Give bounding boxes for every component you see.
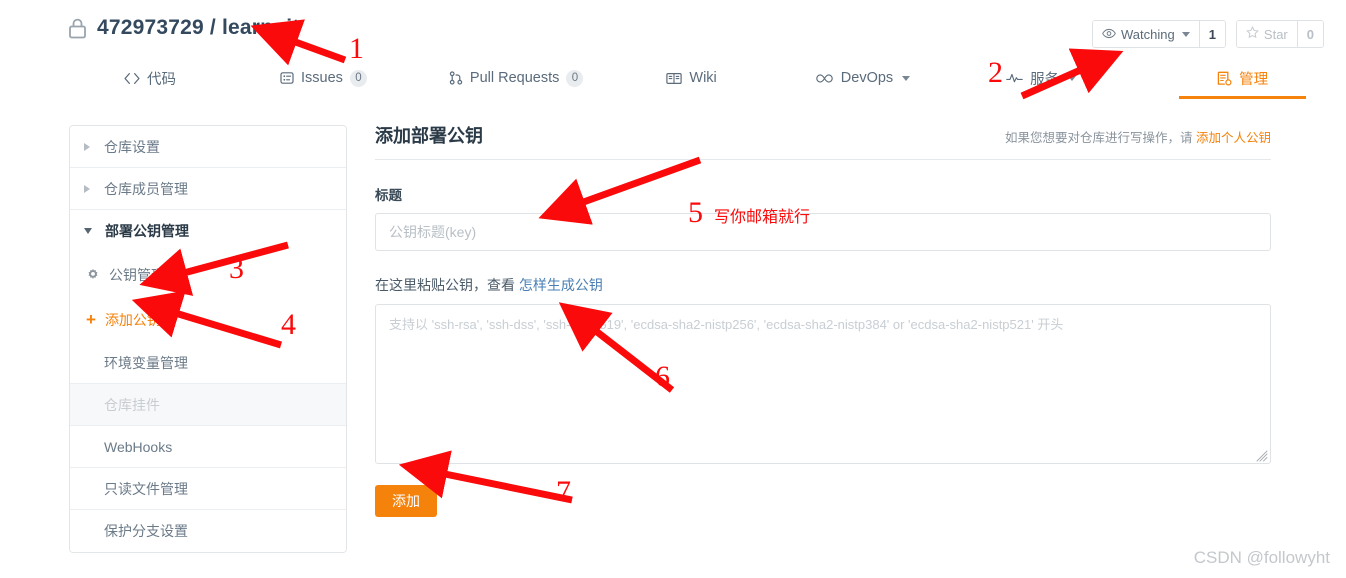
- watch-label: Watching: [1120, 26, 1175, 42]
- sidebar-item-label: 仓库成员管理: [104, 180, 188, 197]
- chevron-down-icon: [1068, 75, 1077, 81]
- tab-wiki-label: Wiki: [689, 70, 717, 86]
- triangle-down-icon: [84, 228, 92, 234]
- book-icon: [666, 72, 683, 85]
- plus-icon: +: [86, 310, 96, 329]
- star-label: Star: [1263, 26, 1288, 42]
- sidebar-item-label: 添加公钥: [104, 311, 161, 328]
- watch-count: 1: [1198, 21, 1225, 47]
- gear-icon: [86, 268, 100, 282]
- repo-header: 472973729 / learngit Watching 1 Star 0 代…: [0, 0, 1346, 99]
- chevron-down-icon: [1181, 31, 1190, 37]
- sidebar-item-add-key[interactable]: + 添加公钥: [70, 297, 346, 342]
- infinity-icon: [815, 73, 834, 84]
- sidebar-item-label: 环境变量管理: [104, 354, 188, 371]
- how-to-generate-key-link[interactable]: 怎样生成公钥: [519, 277, 603, 293]
- pull-request-icon: [449, 71, 463, 85]
- sidebar-item-env-variables[interactable]: 环境变量管理: [70, 342, 346, 384]
- code-icon: [124, 72, 140, 85]
- star-button[interactable]: Star: [1236, 21, 1297, 47]
- public-key-textarea[interactable]: [375, 304, 1271, 464]
- sidebar-item-label: 公钥管理: [109, 266, 165, 283]
- tab-devops-label: DevOps: [840, 70, 894, 86]
- star-icon: [1246, 25, 1259, 42]
- sidebar-item-repo-widgets: 仓库挂件: [70, 384, 346, 426]
- tab-wiki[interactable]: Wiki: [666, 58, 717, 98]
- add-key-submit-button[interactable]: 添加: [375, 485, 437, 517]
- watch-button[interactable]: Watching: [1092, 21, 1199, 47]
- tab-services[interactable]: 服务: [1006, 58, 1077, 98]
- sidebar-item-label: 部署公钥管理: [105, 223, 189, 239]
- sidebar-item-repo-settings[interactable]: 仓库设置: [70, 126, 346, 168]
- watermark: CSDN @followyht: [1193, 548, 1330, 567]
- tab-devops[interactable]: DevOps: [815, 58, 911, 98]
- chevron-down-icon: [902, 75, 911, 81]
- active-tab-underline: [1179, 96, 1307, 99]
- tab-manage-label: 管理: [1239, 71, 1269, 88]
- pulse-icon: [1006, 72, 1023, 84]
- page-content: 仓库设置 仓库成员管理 部署公钥管理 公钥管理 + 添加公钥 环境变量管理 仓库…: [0, 100, 1346, 578]
- tab-pull-requests[interactable]: Pull Requests 0: [449, 58, 584, 98]
- star-button-group[interactable]: Star 0: [1235, 20, 1324, 48]
- key-field-label-text: 在这里粘贴公钥，查看: [375, 277, 515, 293]
- lock-icon: [68, 18, 87, 39]
- sidebar-item-key-management[interactable]: 公钥管理: [70, 252, 346, 297]
- title-field-label: 标题: [375, 188, 402, 203]
- star-count: 0: [1296, 21, 1323, 47]
- sidebar-item-deploy-keys-group[interactable]: 部署公钥管理: [70, 210, 346, 252]
- repo-nav-tabs: 代码 Issues 0 Pull Requests 0 Wiki DevOps …: [0, 58, 1346, 99]
- sidebar-item-label: 仓库挂件: [104, 396, 160, 413]
- tab-code[interactable]: 代码: [124, 58, 176, 98]
- sidebar-item-label: 只读文件管理: [104, 480, 188, 497]
- tab-issues-badge: 0: [349, 69, 367, 87]
- triangle-right-icon: [84, 142, 90, 151]
- panel-header: 添加部署公钥 如果您想要对仓库进行写操作，请 添加个人公钥: [375, 122, 1271, 160]
- personal-key-hint: 如果您想要对仓库进行写操作，请 添加个人公钥: [1005, 127, 1271, 146]
- tab-pull-requests-label: Pull Requests: [469, 70, 560, 86]
- triangle-right-icon: [84, 184, 90, 193]
- add-personal-key-link[interactable]: 添加个人公钥: [1196, 131, 1271, 145]
- issue-icon: [280, 71, 294, 85]
- settings-sidebar: 仓库设置 仓库成员管理 部署公钥管理 公钥管理 + 添加公钥 环境变量管理 仓库…: [69, 125, 347, 553]
- eye-icon: [1102, 27, 1116, 42]
- sidebar-item-label: 仓库设置: [104, 138, 160, 155]
- repo-name[interactable]: learngit: [222, 16, 299, 40]
- sidebar-item-protected-branches[interactable]: 保护分支设置: [70, 510, 346, 552]
- tab-services-label: 服务: [1030, 71, 1060, 88]
- sidebar-item-label: WebHooks: [104, 438, 173, 455]
- sidebar-item-repo-members[interactable]: 仓库成员管理: [70, 168, 346, 210]
- tab-issues-label: Issues: [301, 70, 343, 86]
- repo-owner[interactable]: 472973729: [97, 16, 204, 40]
- key-field-label: 在这里粘贴公钥，查看 怎样生成公钥: [375, 275, 1271, 295]
- tab-issues[interactable]: Issues 0: [280, 58, 367, 98]
- page-title: 添加部署公钥: [375, 126, 483, 146]
- repo-breadcrumb: 472973729 / learngit: [68, 16, 299, 40]
- tab-manage[interactable]: 管理: [1179, 58, 1307, 99]
- breadcrumb-separator: /: [209, 16, 216, 39]
- tab-pull-requests-badge: 0: [566, 69, 584, 87]
- add-deploy-key-panel: 添加部署公钥 如果您想要对仓库进行写操作，请 添加个人公钥 标题 在这里粘贴公钥…: [375, 122, 1271, 517]
- watch-button-group[interactable]: Watching 1: [1091, 20, 1226, 48]
- key-title-input[interactable]: [375, 213, 1271, 251]
- settings-list-icon: [1217, 71, 1232, 86]
- sidebar-item-webhooks[interactable]: WebHooks: [70, 426, 346, 468]
- hint-text: 如果您想要对仓库进行写操作，请: [1004, 131, 1193, 145]
- repo-actions: Watching 1 Star 0: [1091, 20, 1324, 48]
- sidebar-item-readonly-files[interactable]: 只读文件管理: [70, 468, 346, 510]
- key-textarea-wrapper: [375, 304, 1271, 464]
- sidebar-item-label: 保护分支设置: [104, 523, 188, 539]
- tab-code-label: 代码: [147, 71, 176, 88]
